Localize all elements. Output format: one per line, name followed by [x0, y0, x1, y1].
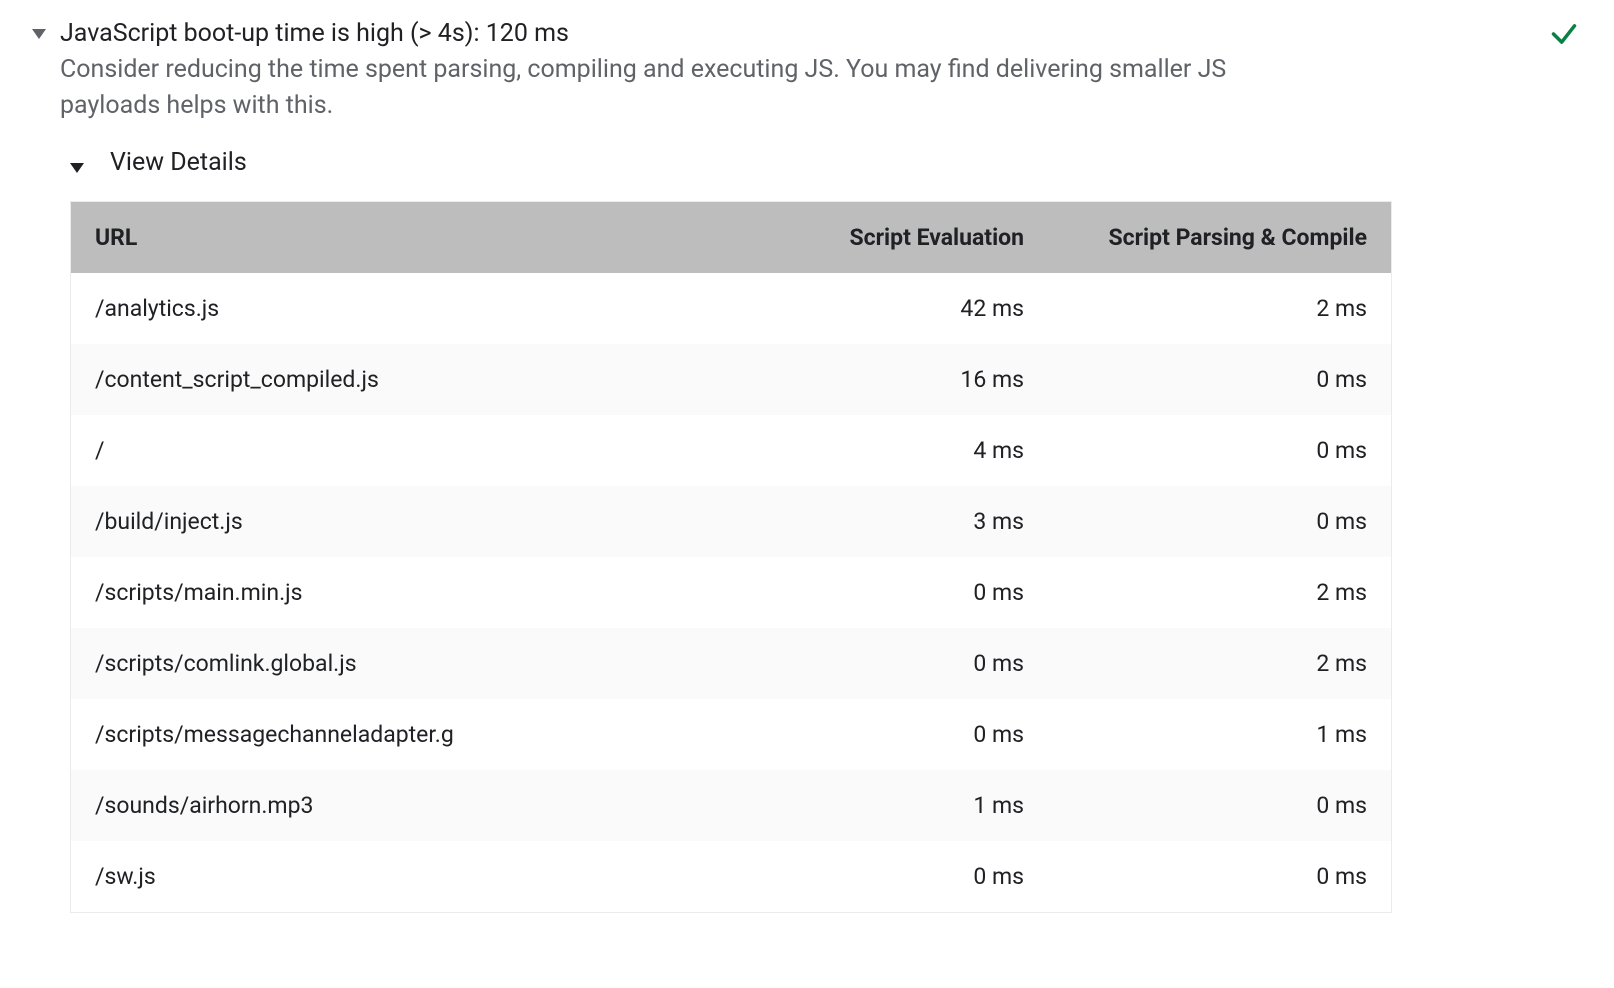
- cell-eval: 1 ms: [705, 770, 1048, 841]
- cell-url: /scripts/comlink.global.js: [71, 628, 705, 699]
- cell-parse: 1 ms: [1048, 699, 1391, 770]
- cell-parse: 0 ms: [1048, 344, 1391, 415]
- table-row: /scripts/main.min.js 0 ms 2 ms: [71, 557, 1392, 628]
- table-row: /analytics.js 42 ms 2 ms: [71, 273, 1392, 344]
- cell-parse: 2 ms: [1048, 557, 1391, 628]
- cell-url: /sw.js: [71, 841, 705, 913]
- audit-description: Consider reducing the time spent parsing…: [32, 52, 1582, 124]
- cell-eval: 0 ms: [705, 628, 1048, 699]
- cell-parse: 0 ms: [1048, 841, 1391, 913]
- table-header-row: URL Script Evaluation Script Parsing & C…: [71, 202, 1392, 274]
- chevron-down-icon[interactable]: [32, 29, 46, 39]
- table-row: /scripts/messagechanneladapter.g 0 ms 1 …: [71, 699, 1392, 770]
- cell-url: /analytics.js: [71, 273, 705, 344]
- col-parse: Script Parsing & Compile: [1048, 202, 1391, 274]
- cell-eval: 0 ms: [705, 699, 1048, 770]
- col-url: URL: [71, 202, 705, 274]
- cell-parse: 0 ms: [1048, 415, 1391, 486]
- table-row: /scripts/comlink.global.js 0 ms 2 ms: [71, 628, 1392, 699]
- cell-parse: 0 ms: [1048, 770, 1391, 841]
- cell-url: /scripts/main.min.js: [71, 557, 705, 628]
- cell-eval: 16 ms: [705, 344, 1048, 415]
- cell-url: /sounds/airhorn.mp3: [71, 770, 705, 841]
- table-body: /analytics.js 42 ms 2 ms /content_script…: [71, 273, 1392, 913]
- audit-item: JavaScript boot-up time is high (> 4s): …: [0, 0, 1614, 933]
- cell-url: /build/inject.js: [71, 486, 705, 557]
- audit-title: JavaScript boot-up time is high (> 4s): …: [60, 18, 569, 50]
- table-row: /build/inject.js 3 ms 0 ms: [71, 486, 1392, 557]
- bootup-time-table: URL Script Evaluation Script Parsing & C…: [70, 201, 1392, 913]
- table-row: /content_script_compiled.js 16 ms 0 ms: [71, 344, 1392, 415]
- cell-url: /content_script_compiled.js: [71, 344, 705, 415]
- cell-parse: 2 ms: [1048, 273, 1391, 344]
- checkmark-icon: [1550, 20, 1578, 52]
- table-row: /sw.js 0 ms 0 ms: [71, 841, 1392, 913]
- cell-parse: 0 ms: [1048, 486, 1391, 557]
- col-eval: Script Evaluation: [705, 202, 1048, 274]
- cell-eval: 42 ms: [705, 273, 1048, 344]
- cell-eval: 0 ms: [705, 557, 1048, 628]
- cell-eval: 0 ms: [705, 841, 1048, 913]
- table-row: /sounds/airhorn.mp3 1 ms 0 ms: [71, 770, 1392, 841]
- cell-eval: 3 ms: [705, 486, 1048, 557]
- chevron-down-icon[interactable]: [70, 163, 84, 173]
- cell-url: /scripts/messagechanneladapter.g: [71, 699, 705, 770]
- cell-parse: 2 ms: [1048, 628, 1391, 699]
- audit-header-row[interactable]: JavaScript boot-up time is high (> 4s): …: [32, 18, 1582, 50]
- table-row: / 4 ms 0 ms: [71, 415, 1392, 486]
- view-details-toggle[interactable]: View Details: [70, 148, 1582, 177]
- audit-details: View Details URL Script Evaluation Scrip…: [70, 148, 1582, 913]
- cell-url: /: [71, 415, 705, 486]
- cell-eval: 4 ms: [705, 415, 1048, 486]
- view-details-label: View Details: [110, 148, 247, 177]
